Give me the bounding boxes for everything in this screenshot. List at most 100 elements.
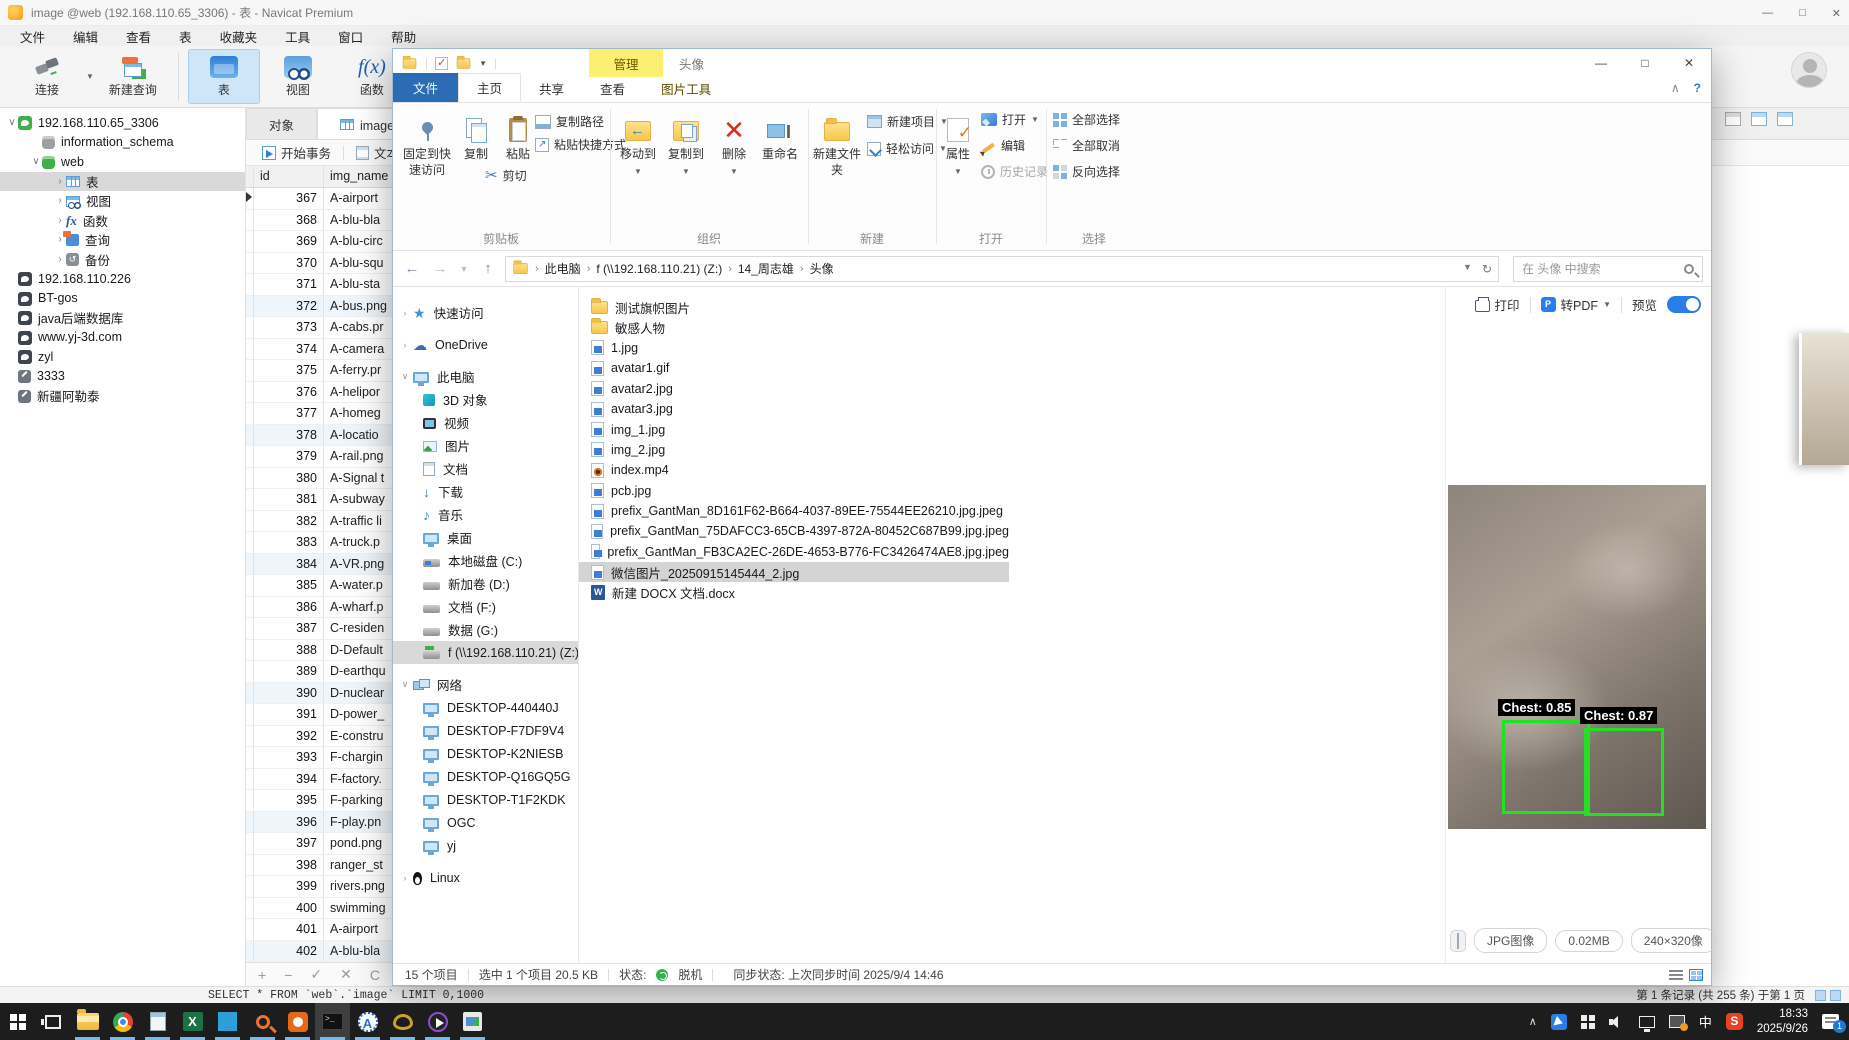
history-button[interactable]: 历史记录 xyxy=(981,163,1048,180)
page-view-icon[interactable] xyxy=(1830,990,1841,1001)
cell-id[interactable]: 401 xyxy=(254,919,324,940)
taskbar-media-app-button[interactable] xyxy=(280,1003,315,1040)
taskbar-search-tool-button[interactable] xyxy=(245,1003,280,1040)
menu-0[interactable]: 文件 xyxy=(6,27,59,46)
taskbar-excel-button[interactable]: X xyxy=(175,1003,210,1040)
expander-icon[interactable]: › xyxy=(397,308,413,318)
cell-id[interactable]: 367 xyxy=(254,188,324,209)
toolbar-新建查询-button[interactable]: 新建查询 xyxy=(97,49,169,104)
tab-file[interactable]: 文件 xyxy=(393,73,458,102)
cell-id[interactable]: 378 xyxy=(254,425,324,446)
sogou-input-icon[interactable]: S xyxy=(1726,1013,1743,1030)
record-nav-icon-2[interactable]: ✓ xyxy=(310,966,322,983)
sidebar-item-DESKTOP-440440J[interactable]: DESKTOP-440440J xyxy=(393,696,578,719)
menu-6[interactable]: 窗口 xyxy=(324,27,377,46)
form-view-icon[interactable] xyxy=(1751,112,1767,126)
sidebar-item-数据 (G:)[interactable]: 数据 (G:) xyxy=(393,618,578,641)
cell-id[interactable]: 368 xyxy=(254,210,324,231)
crumb-1[interactable]: f (\\192.168.110.21) (Z:) xyxy=(596,262,722,276)
network-icon[interactable] xyxy=(1639,1016,1655,1028)
tab-picture-tools[interactable]: 图片工具 xyxy=(643,75,729,102)
tree-item-java后端数据库[interactable]: java后端数据库 xyxy=(0,308,245,328)
cell-id[interactable]: 370 xyxy=(254,253,324,274)
sidebar-item-文档[interactable]: 文档 xyxy=(393,457,578,480)
crumb-0[interactable]: 此电脑 xyxy=(545,260,581,277)
cell-id[interactable]: 372 xyxy=(254,296,324,317)
cell-id[interactable]: 373 xyxy=(254,317,324,338)
tree-item-3333[interactable]: 3333 xyxy=(0,367,245,387)
file-item[interactable]: prefix_GantMan_8D161F62-B664-4037-89EE-7… xyxy=(579,501,1009,521)
expander-icon[interactable]: ∨ xyxy=(30,156,42,167)
navicat-maximize-button[interactable]: □ xyxy=(1799,7,1806,19)
sidebar-item-文档 (F:)[interactable]: 文档 (F:) xyxy=(393,595,578,618)
sidebar-item-新加卷 (D:)[interactable]: 新加卷 (D:) xyxy=(393,572,578,595)
new-folder-button[interactable]: 新建文件夹 xyxy=(811,108,863,178)
expander-icon[interactable]: ∨ xyxy=(397,679,413,690)
taskbar-start-button[interactable] xyxy=(0,1003,35,1040)
convert-pdf-button[interactable]: P 转PDF ▼ xyxy=(1541,295,1611,314)
qat-checkbox-icon[interactable] xyxy=(435,57,448,70)
tree-item-表[interactable]: › 表 xyxy=(0,172,245,192)
cell-id[interactable]: 397 xyxy=(254,833,324,854)
taskbar-app-store-blue-button[interactable]: A xyxy=(350,1003,385,1040)
cell-id[interactable]: 374 xyxy=(254,339,324,360)
taskbar-vscode-button[interactable] xyxy=(210,1003,245,1040)
invert-selection-button[interactable]: 反向选择 xyxy=(1053,163,1120,180)
file-item[interactable]: prefix_GantMan_75DAFCC3-65CB-4397-872A-8… xyxy=(579,521,1009,541)
breadcrumb[interactable]: › 此电脑›f (\\192.168.110.21) (Z:)›14_周志雄›头… xyxy=(505,256,1499,282)
object-tab-0[interactable]: 对象 xyxy=(246,108,317,139)
toolbar-视图-button[interactable]: 视图 xyxy=(262,49,334,104)
grid-view-icon[interactable] xyxy=(1725,112,1741,126)
tab-share[interactable]: 共享 xyxy=(521,75,582,102)
record-nav-icon-0[interactable]: + xyxy=(258,967,266,983)
tree-item-查询[interactable]: › 查询 xyxy=(0,230,245,250)
sidebar-item-DESKTOP-Q16GQ5G[interactable]: DESKTOP-Q16GQ5G xyxy=(393,765,578,788)
notification-center-icon[interactable]: 1 xyxy=(1822,1014,1839,1029)
file-item[interactable]: avatar2.jpg xyxy=(579,379,1009,399)
file-item[interactable]: avatar3.jpg xyxy=(579,399,1009,419)
cell-id[interactable]: 385 xyxy=(254,575,324,596)
sidebar-item-网络[interactable]: ∨ 网络 xyxy=(393,673,578,696)
sidebar-item-桌面[interactable]: 桌面 xyxy=(393,526,578,549)
taskbar-navicat-button[interactable] xyxy=(385,1003,420,1040)
qat-dropdown-icon[interactable]: ▼ xyxy=(479,59,487,68)
menu-7[interactable]: 帮助 xyxy=(377,27,430,46)
cell-id[interactable]: 400 xyxy=(254,898,324,919)
record-nav-icon-4[interactable]: C xyxy=(370,967,380,983)
cell-id[interactable]: 390 xyxy=(254,683,324,704)
cut-button[interactable]: ✂ 剪切 xyxy=(485,167,527,184)
user-avatar[interactable] xyxy=(1791,52,1827,88)
explorer-maximize-button[interactable]: □ xyxy=(1623,49,1667,77)
taskbar-chrome-button[interactable] xyxy=(105,1003,140,1040)
expander-icon[interactable]: › xyxy=(54,215,66,226)
cell-id[interactable]: 393 xyxy=(254,747,324,768)
cell-id[interactable]: 387 xyxy=(254,618,324,639)
sidebar-item-快速访问[interactable]: › ★ 快速访问 xyxy=(393,301,578,324)
rename-button[interactable]: 重命名 xyxy=(755,108,805,162)
menu-2[interactable]: 查看 xyxy=(112,27,165,46)
sidebar-item-视频[interactable]: 视频 xyxy=(393,411,578,434)
sidebar-item-yj[interactable]: yj xyxy=(393,834,578,857)
cell-id[interactable]: 389 xyxy=(254,661,324,682)
tree-item-web[interactable]: ∨ web xyxy=(0,152,245,172)
select-none-button[interactable]: 全部取消 xyxy=(1053,137,1120,154)
file-item[interactable]: 微信图片_20250915145444_2.jpg xyxy=(579,562,1009,582)
cell-id[interactable]: 383 xyxy=(254,532,324,553)
cell-id[interactable]: 381 xyxy=(254,489,324,510)
context-tab-manage[interactable]: 管理 xyxy=(589,49,663,77)
tree-item-192.168.110.226[interactable]: 192.168.110.226 xyxy=(0,269,245,289)
tab-home[interactable]: 主页 xyxy=(458,73,521,102)
expander-icon[interactable]: › xyxy=(54,195,66,206)
forward-icon[interactable]: → xyxy=(429,260,451,277)
sidebar-item-OneDrive[interactable]: › ☁ OneDrive xyxy=(393,333,578,356)
refresh-icon[interactable]: ↻ xyxy=(1482,262,1492,276)
address-dropdown-icon[interactable]: ▼ xyxy=(1463,262,1472,276)
toolbar-连接-button[interactable]: 连接 xyxy=(11,49,83,104)
cell-id[interactable]: 369 xyxy=(254,231,324,252)
taskbar-terminal-button[interactable]: >_ xyxy=(315,1003,350,1040)
explorer-close-button[interactable]: ✕ xyxy=(1667,49,1711,77)
table-toolbar-开始事务-button[interactable]: 开始事务 xyxy=(254,141,339,164)
ribbon-collapse-icon[interactable]: ∧ xyxy=(1671,81,1680,95)
tray-windows-icon[interactable] xyxy=(1581,1015,1595,1029)
cell-id[interactable]: 388 xyxy=(254,640,324,661)
